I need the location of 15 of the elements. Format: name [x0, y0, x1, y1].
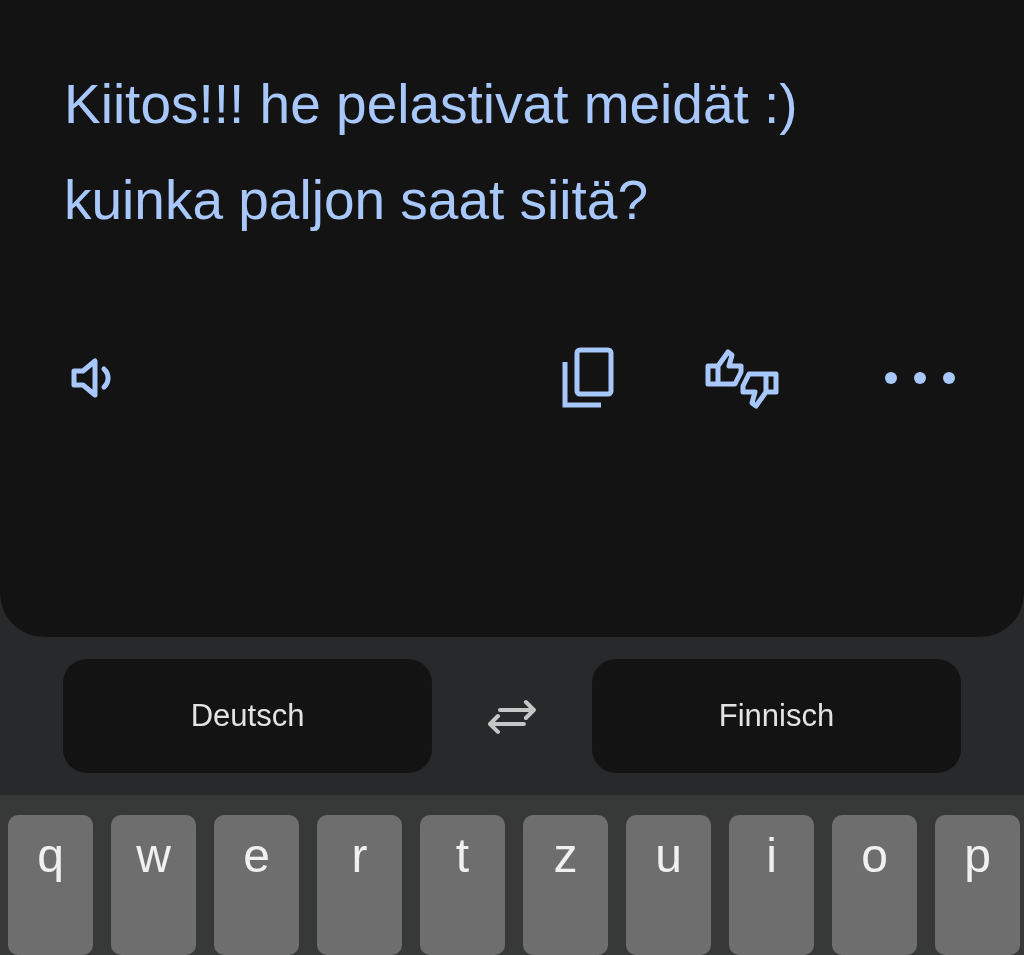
- key[interactable]: i: [729, 815, 814, 955]
- copy-icon[interactable]: [560, 346, 616, 410]
- key[interactable]: p: [935, 815, 1020, 955]
- key[interactable]: e: [214, 815, 299, 955]
- source-language-button[interactable]: Deutsch: [63, 659, 433, 773]
- translated-text: Kiitos!!! he pelastivat meidät :) kuinka paljon saat siitä?: [64, 72, 799, 233]
- target-language-button[interactable]: Finnisch: [591, 659, 961, 773]
- key[interactable]: w: [111, 815, 196, 955]
- key[interactable]: r: [317, 815, 402, 955]
- more-icon[interactable]: [884, 371, 956, 385]
- key[interactable]: t: [420, 815, 505, 955]
- key[interactable]: u: [626, 815, 711, 955]
- key[interactable]: z: [523, 815, 608, 955]
- key[interactable]: q: [8, 815, 93, 955]
- key[interactable]: o: [832, 815, 917, 955]
